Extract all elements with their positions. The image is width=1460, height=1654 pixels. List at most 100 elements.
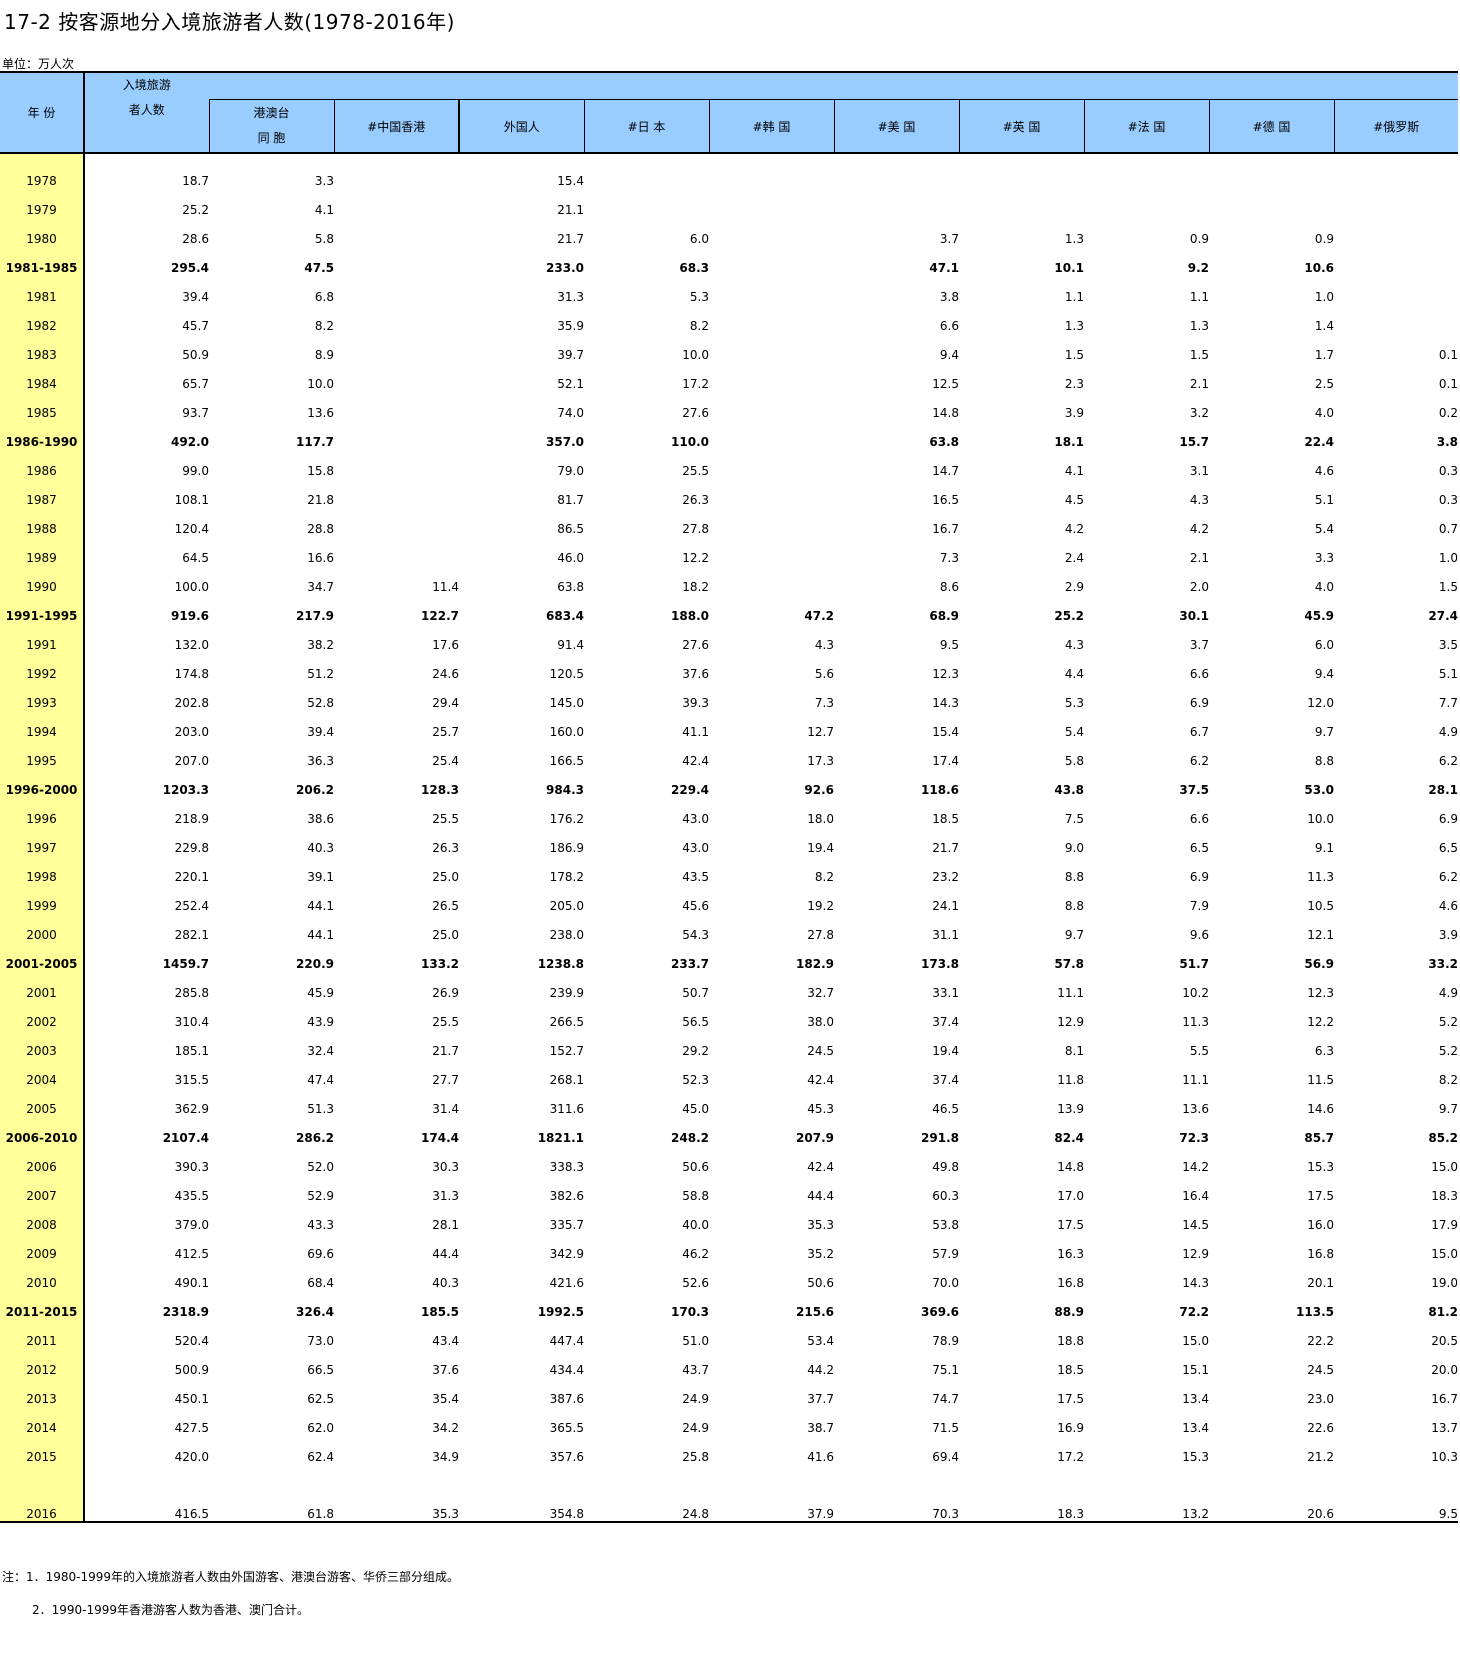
cell-russia: 15.0	[1431, 1160, 1458, 1174]
cell-foreign: 447.4	[549, 1334, 584, 1348]
cell-hongkong: 26.5	[432, 899, 459, 913]
cell-japan	[584, 153, 709, 188]
cell-germany	[1209, 1464, 1334, 1493]
cell-uk: 8.1	[1064, 1044, 1084, 1058]
year-cell: 1992	[0, 652, 85, 681]
cell-usa: 16.5	[932, 493, 959, 507]
cell-russia: 19.0	[1431, 1276, 1458, 1290]
table-row: 1992 174.8 51.2 24.6 120.5 37.6 5.6 12.3 4.4 6.6 9…	[0, 652, 1458, 681]
cell-korea: 44.2	[807, 1363, 834, 1377]
cell-germany: 20.6	[1209, 1493, 1334, 1523]
cell-france: 15.7	[1179, 435, 1209, 449]
cell-russia: 27.4	[1428, 609, 1458, 623]
cell-hkmt: 8.2	[314, 319, 334, 333]
cell-uk: 16.8	[1057, 1276, 1084, 1290]
header-usa: #美 国	[833, 99, 959, 154]
year-cell: 1991	[0, 623, 85, 652]
header-hkmt: 港澳台 同 胞	[208, 99, 334, 154]
table-row-period: 1986-1990 492.0 117.7 357.0 110.0 63.8 18.1 15.…	[0, 420, 1458, 449]
cell-foreign: 238.0	[549, 928, 584, 942]
cell-hongkong: 35.3	[334, 1493, 459, 1523]
cell-japan: 42.4	[682, 754, 709, 768]
cell-hkmt	[209, 1464, 334, 1493]
cell-france: 13.4	[1182, 1421, 1209, 1435]
cell-foreign: 311.6	[549, 1102, 584, 1116]
cell-hongkong	[334, 217, 459, 246]
header-russia: #俄罗斯	[1333, 99, 1458, 154]
footnote-1: 注：1．1980-1999年的入境旅游者人数由外国游客、港澳台游客、华侨三部分组…	[2, 1570, 460, 1584]
table-row: 2014 427.5 62.0 34.2 365.5 24.9 38.7 71.5 16.9 13…	[0, 1406, 1458, 1435]
cell-foreign: 63.8	[557, 580, 584, 594]
cell-hongkong: 24.6	[432, 667, 459, 681]
cell-usa: 68.9	[929, 609, 959, 623]
cell-foreign: 35.9	[557, 319, 584, 333]
cell-japan: 12.2	[682, 551, 709, 565]
cell-uk: 1.3	[1064, 319, 1084, 333]
cell-japan	[584, 188, 709, 217]
cell-uk: 1.3	[1064, 232, 1084, 246]
year-cell: 1984	[0, 362, 85, 391]
cell-uk	[959, 188, 1084, 217]
cell-france: 1.3	[1189, 319, 1209, 333]
cell-foreign: 268.1	[549, 1073, 584, 1087]
cell-france: 7.9	[1189, 899, 1209, 913]
cell-total: 45.7	[182, 319, 209, 333]
cell-japan: 233.7	[671, 957, 709, 971]
cell-hkmt: 73.0	[307, 1334, 334, 1348]
cell-hkmt: 51.2	[307, 667, 334, 681]
year-cell: 2013	[0, 1377, 85, 1406]
cell-hongkong: 27.7	[432, 1073, 459, 1087]
cell-hkmt: 45.9	[307, 986, 334, 1000]
table-row: 2003 185.1 32.4 21.7 152.7 29.2 24.5 19.4 8.1 5.5…	[0, 1029, 1458, 1058]
cell-korea	[709, 536, 834, 565]
header-hkmt-line2: 同 胞	[257, 131, 286, 145]
cell-uk: 9.7	[1064, 928, 1084, 942]
cell-japan: 24.9	[682, 1421, 709, 1435]
cell-total: 218.9	[174, 812, 209, 826]
cell-russia: 0.7	[1438, 522, 1458, 536]
year-cell: 2005	[0, 1087, 85, 1116]
cell-japan: 24.9	[682, 1392, 709, 1406]
cell-hongkong	[334, 304, 459, 333]
cell-hkmt: 21.8	[307, 493, 334, 507]
cell-total: 420.0	[174, 1450, 209, 1464]
cell-total: 315.5	[174, 1073, 209, 1087]
cell-russia: 17.9	[1431, 1218, 1458, 1232]
cell-usa: 14.8	[932, 406, 959, 420]
cell-korea: 5.6	[814, 667, 834, 681]
cell-korea: 35.2	[807, 1247, 834, 1261]
cell-japan: 25.8	[682, 1450, 709, 1464]
cell-korea	[709, 478, 834, 507]
cell-uk: 4.2	[1064, 522, 1084, 536]
cell-hkmt: 13.6	[307, 406, 334, 420]
cell-germany: 8.8	[1314, 754, 1334, 768]
cell-germany: 1.7	[1314, 348, 1334, 362]
cell-hkmt: 66.5	[307, 1363, 334, 1377]
year-cell: 2007	[0, 1174, 85, 1203]
cell-total: 203.0	[174, 725, 209, 739]
cell-usa: 46.5	[932, 1102, 959, 1116]
cell-korea	[709, 275, 834, 304]
cell-usa: 70.3	[834, 1493, 959, 1523]
inbound-tourists-table: 年 份 入境旅游 者人数 港澳台 同 胞 #中国香港 外国人 #日 本 #韩 国…	[0, 71, 1458, 1523]
cell-japan: 43.5	[682, 870, 709, 884]
cell-japan: 43.0	[682, 812, 709, 826]
header-total-line1: 入境旅游	[122, 78, 171, 92]
cell-russia	[1334, 1464, 1458, 1493]
cell-france: 2.0	[1189, 580, 1209, 594]
cell-japan: 52.3	[682, 1073, 709, 1087]
table-body: 1978 18.7 3.3 15.4 1979 25.2 4.1 21.1 1980 28.6 5.…	[0, 153, 1458, 1523]
cell-usa: 33.1	[932, 986, 959, 1000]
cell-uk: 17.2	[1057, 1450, 1084, 1464]
cell-france: 72.2	[1179, 1305, 1209, 1319]
cell-hkmt: 3.3	[314, 174, 334, 188]
year-cell: 2000	[0, 913, 85, 942]
year-cell: 1996	[0, 797, 85, 826]
cell-korea: 12.7	[807, 725, 834, 739]
table-row-period: 1991-1995 919.6 217.9 122.7 683.4 188.0 47.2 68…	[0, 594, 1458, 623]
cell-usa: 9.4	[939, 348, 959, 362]
cell-uk: 18.5	[1057, 1363, 1084, 1377]
cell-france: 6.7	[1189, 725, 1209, 739]
year-cell: 1993	[0, 681, 85, 710]
cell-uk: 4.1	[1064, 464, 1084, 478]
